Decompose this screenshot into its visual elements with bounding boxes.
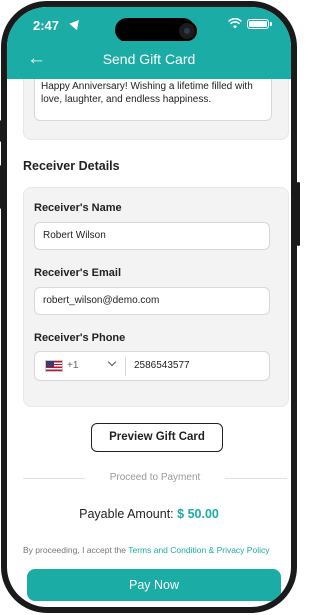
status-bar: 2:47 bbox=[7, 7, 291, 42]
receiver-card: Receiver's Name Robert Wilson Receiver's… bbox=[23, 187, 289, 407]
proceed-label-wrap: Proceed to Payment bbox=[23, 472, 287, 483]
phone-screen: 2:47 ← Send Gift Card Happy Anniversary!… bbox=[1, 1, 297, 613]
chevron-down-icon[interactable] bbox=[107, 357, 117, 367]
payable-value: $ 50.00 bbox=[177, 507, 219, 521]
receiver-phone-input: +1 2586543577 bbox=[34, 351, 270, 381]
proceed-divider: Proceed to Payment bbox=[23, 471, 287, 485]
terms-prefix: By proceeding, I accept the bbox=[23, 545, 129, 555]
proceed-label: Proceed to Payment bbox=[103, 472, 207, 483]
phone-side-button bbox=[297, 182, 300, 246]
country-code[interactable]: +1 bbox=[67, 360, 78, 371]
payable-label: Payable Amount: bbox=[79, 507, 174, 521]
receiver-phone-label: Receiver's Phone bbox=[34, 332, 126, 344]
camera-icon bbox=[177, 21, 197, 41]
phone-divider bbox=[125, 357, 126, 376]
terms-text: By proceeding, I accept the Terms and Co… bbox=[23, 545, 291, 555]
receiver-section-title: Receiver Details bbox=[23, 159, 120, 173]
phone-mockup: 2:47 ← Send Gift Card Happy Anniversary!… bbox=[0, 0, 300, 615]
page-title: Send Gift Card bbox=[102, 51, 196, 67]
status-time: 2:47 bbox=[33, 18, 60, 33]
preview-gift-card-button[interactable]: Preview Gift Card bbox=[91, 423, 223, 452]
main-content: Happy Anniversary! Wishing a lifetime fi… bbox=[7, 79, 291, 607]
payable-amount: Payable Amount: $ 50.00 bbox=[7, 507, 291, 521]
receiver-name-input[interactable]: Robert Wilson bbox=[34, 222, 270, 250]
message-textarea[interactable]: Happy Anniversary! Wishing a lifetime fi… bbox=[34, 79, 272, 121]
location-arrow-icon bbox=[69, 16, 83, 31]
app-bar: ← Send Gift Card bbox=[7, 41, 291, 79]
receiver-email-input[interactable]: robert_wilson@demo.com bbox=[34, 287, 270, 315]
home-indicator bbox=[107, 609, 203, 613]
status-icons bbox=[228, 18, 272, 29]
pay-now-button[interactable]: Pay Now bbox=[27, 569, 281, 601]
phone-number-input[interactable]: 2586543577 bbox=[134, 360, 190, 371]
us-flag-icon bbox=[45, 360, 63, 372]
receiver-name-label: Receiver's Name bbox=[34, 202, 122, 214]
message-card: Happy Anniversary! Wishing a lifetime fi… bbox=[23, 79, 289, 140]
receiver-email-label: Receiver's Email bbox=[34, 267, 122, 279]
terms-link[interactable]: Terms and Condition & Privacy Policy bbox=[128, 545, 269, 555]
battery-icon bbox=[247, 18, 272, 29]
wifi-icon bbox=[228, 18, 242, 29]
